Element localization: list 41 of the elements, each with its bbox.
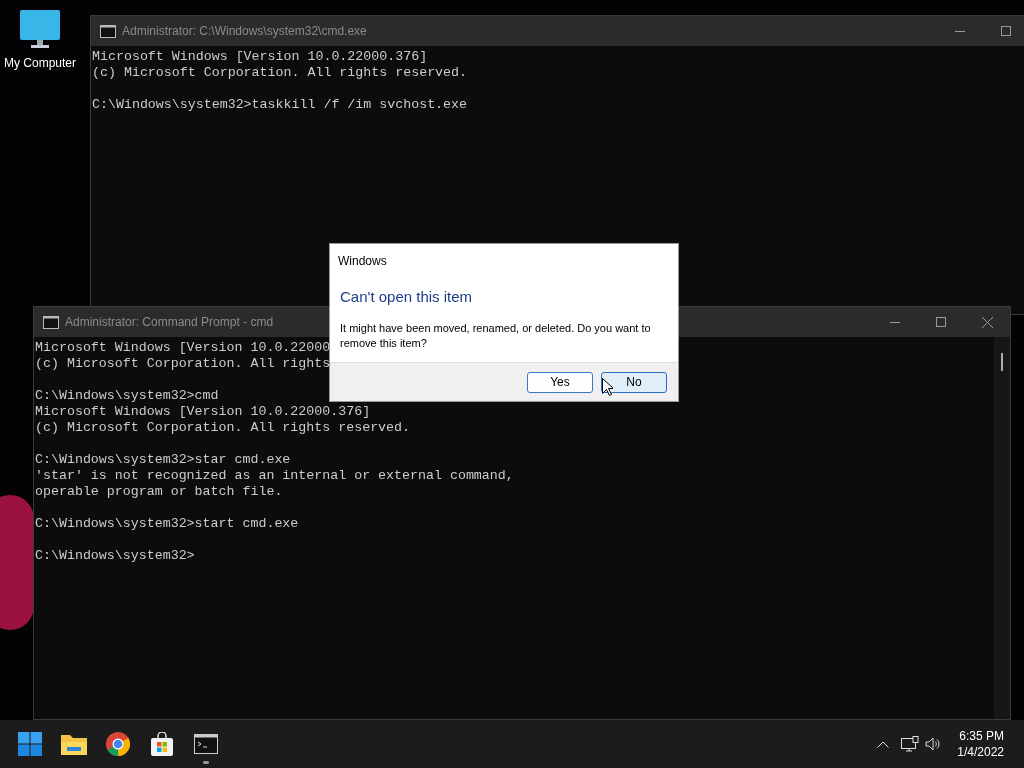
console-line: C:\Windows\system32>cmd bbox=[35, 388, 219, 404]
console-icon bbox=[194, 734, 218, 754]
mouse-cursor-icon bbox=[602, 378, 613, 396]
console-line: C:\Windows\system32> bbox=[35, 548, 195, 564]
monitor-icon bbox=[18, 8, 62, 50]
close-icon bbox=[981, 316, 993, 328]
console-line: C:\Windows\system32>star cmd.exe bbox=[35, 452, 291, 468]
console-line: (c) Microsoft Corporation. All rights reserved. bbox=[35, 420, 411, 436]
console-line: (c) Microsoft Corporation. All rights bbox=[35, 356, 331, 372]
dialog-button[interactable]: No bbox=[601, 371, 667, 393]
maximize-icon bbox=[1001, 26, 1011, 36]
console-line: Microsoft Windows [Version 10.0.22000.376] bbox=[35, 404, 371, 420]
console-line: Microsoft Windows [Version 10.0.22000.376] bbox=[92, 49, 428, 65]
clock-time: 6:35 PM bbox=[959, 728, 1004, 744]
dialog-message: It might have been moved, renamed, or deleted. Do you want to remove this item? bbox=[340, 320, 652, 351]
console-line: operable program or batch file. bbox=[35, 484, 283, 500]
console-line: Microsoft Windows [Version 10.0.22000 bbox=[35, 340, 331, 356]
console-icon bbox=[43, 315, 59, 329]
network-icon bbox=[901, 736, 920, 752]
window-title: Administrator: Command Prompt - cmd bbox=[65, 314, 274, 331]
dialog-title: Windows bbox=[338, 253, 387, 270]
window-title: Administrator: C:\Windows\system32\cmd.exe bbox=[122, 23, 367, 40]
console-line: C:\Windows\system32>taskkill /f /im svchost.exe bbox=[92, 97, 468, 113]
minimize-icon bbox=[890, 321, 900, 323]
browser-icon bbox=[106, 732, 130, 756]
speaker-icon bbox=[925, 737, 942, 751]
dialog-heading: Can't open this item bbox=[340, 287, 473, 307]
console-line: (c) Microsoft Corporation. All rights reserved. bbox=[92, 65, 468, 81]
folder-icon bbox=[61, 733, 87, 755]
clock-date: 1/4/2022 bbox=[957, 744, 1004, 760]
scrollbar-thumb[interactable] bbox=[1001, 353, 1003, 371]
shopping-bag-icon bbox=[150, 732, 174, 756]
minimize-icon bbox=[955, 30, 965, 32]
chevron-up-icon bbox=[877, 740, 890, 748]
console-line: 'star' is not recognized as an internal or external command, bbox=[35, 468, 514, 484]
dialog-button[interactable]: Yes bbox=[527, 371, 593, 393]
console-line: C:\Windows\system32>start cmd.exe bbox=[35, 516, 299, 532]
maximize-icon bbox=[936, 317, 946, 327]
windows-logo-icon bbox=[18, 732, 42, 756]
desktop-shortcut[interactable]: My Computer bbox=[0, 8, 80, 72]
console-icon bbox=[100, 24, 116, 38]
